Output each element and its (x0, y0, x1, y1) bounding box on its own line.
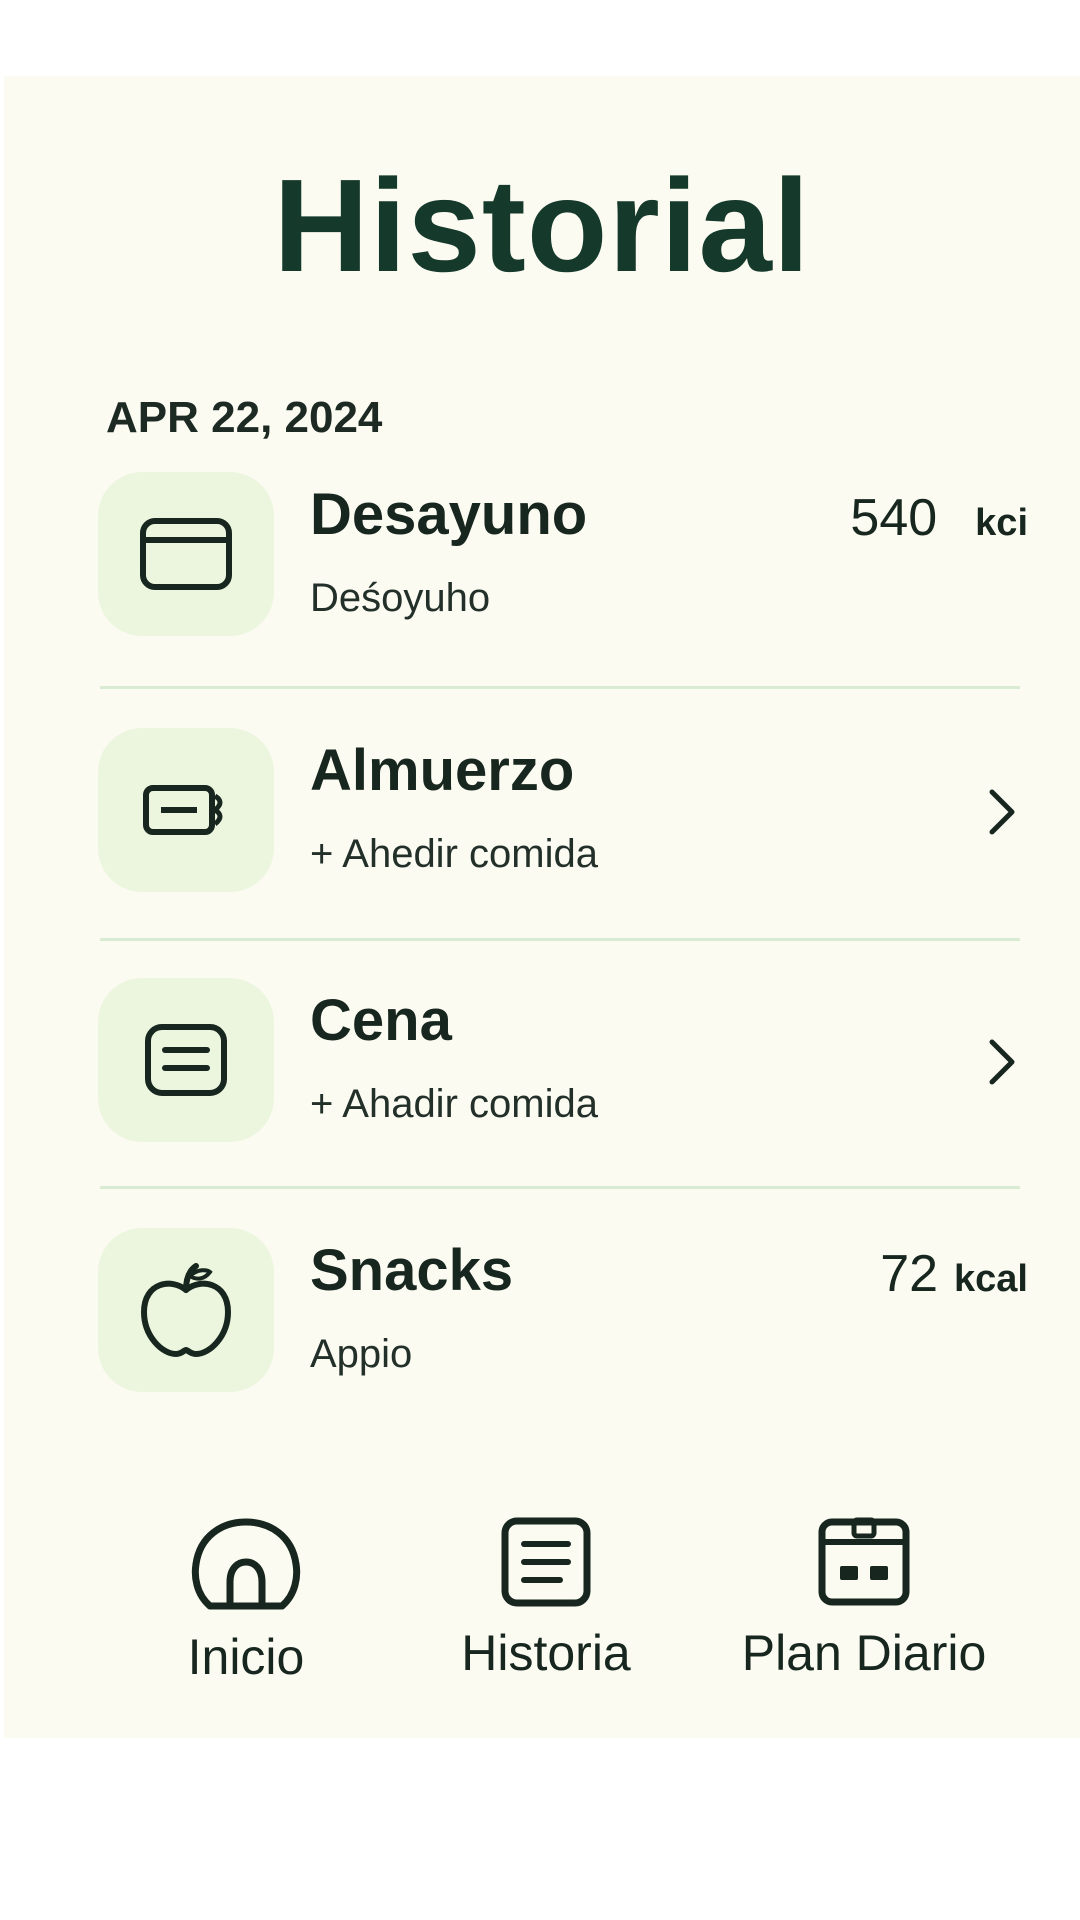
notes-icon (145, 1024, 227, 1096)
meal-calories: 540 kci (850, 492, 1028, 544)
meal-name: Snacks (310, 1238, 514, 1303)
meal-subtitle: Appio (310, 1332, 413, 1376)
meal-name: Almuerzo (310, 738, 575, 803)
calorie-value: 540 (850, 489, 938, 547)
apple-icon (141, 1263, 231, 1357)
bottom-nav: Inicio Historia Plan Diario (4, 1516, 1080, 1716)
divider (100, 1186, 1020, 1189)
divider (100, 938, 1020, 941)
history-screen: Historial APR 22, 2024 Desayuno Deśoyuho… (4, 76, 1080, 1738)
meal-row-desayuno[interactable]: Desayuno Deśoyuho 540 kci (98, 472, 1028, 652)
meal-row-cena[interactable]: Cena + Ahadir comida (98, 978, 1028, 1158)
calorie-unit: kcal (954, 1258, 1028, 1300)
meal-row-almuerzo[interactable]: Almuerzo + Ahedir comida (98, 728, 1028, 908)
nav-label: Inicio (187, 1629, 305, 1685)
meal-subtitle: Deśoyuho (310, 576, 491, 620)
calendar-icon (818, 1517, 910, 1606)
divider (100, 686, 1020, 689)
chevron-right-icon[interactable] (982, 784, 1022, 840)
nav-label: Historia (461, 1625, 631, 1681)
meal-icon-tile (98, 978, 274, 1142)
nav-label: Plan Diario (741, 1625, 987, 1681)
calorie-unit: kci (975, 502, 1028, 544)
date-label: APR 22, 2024 (106, 393, 383, 442)
meal-name: Cena (310, 988, 452, 1053)
calorie-value: 72 (880, 1245, 939, 1303)
nav-item-historia[interactable]: Historia (396, 1516, 696, 1678)
meal-calories: 72 kcal (880, 1248, 1028, 1300)
lunchbox-icon (143, 785, 223, 835)
meal-icon-tile (98, 1228, 274, 1392)
meal-name: Desayuno (310, 482, 588, 547)
home-icon (191, 1518, 301, 1610)
card-icon (140, 518, 232, 590)
list-icon (501, 1517, 591, 1607)
nav-item-plan-diario[interactable]: Plan Diario (714, 1516, 1014, 1678)
nav-item-inicio[interactable]: Inicio (96, 1516, 396, 1682)
page-title: Historial (273, 152, 811, 299)
meal-icon-tile (98, 472, 274, 636)
meal-row-snacks[interactable]: Snacks Appio 72 kcal (98, 1228, 1028, 1408)
add-food-link[interactable]: + Ahadir comida (310, 1084, 598, 1124)
add-food-link[interactable]: + Ahedir comida (310, 834, 598, 874)
meal-icon-tile (98, 728, 274, 892)
chevron-right-icon[interactable] (982, 1034, 1022, 1090)
